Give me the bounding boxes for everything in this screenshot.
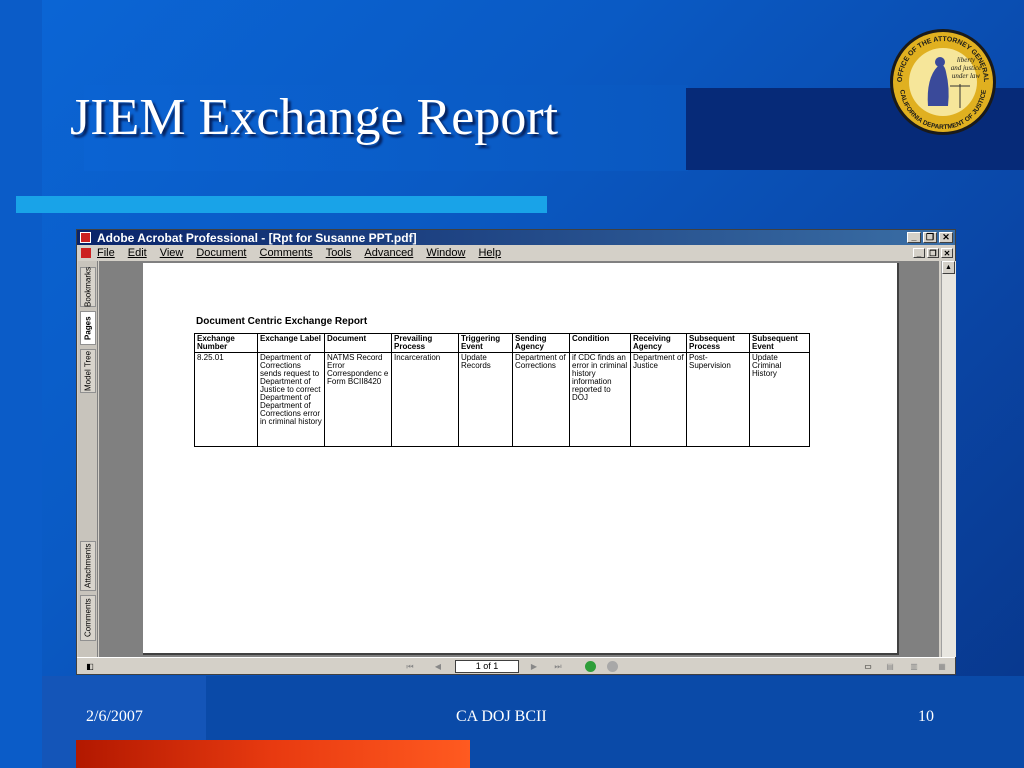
tab-comments[interactable]: Comments [80,595,96,641]
menu-file[interactable]: File [97,247,115,259]
continuous-icon[interactable]: ▤ [883,661,897,672]
navigation-pane: Bookmarks Pages Model Tree Attachments C… [78,261,98,657]
col-triggering-event: Triggering Event [458,333,513,353]
col-subsequent-event: Subsequent Event [749,333,810,353]
footer-center-text: CA DOJ BCII [456,708,547,725]
menu-view[interactable]: View [160,247,184,259]
cell-exchange-number: 8.25.01 [194,352,258,447]
status-bar: ◧ ⏮ ◀ 1 of 1 ▶ ⏭ ▭ ▤ ▥ ▦ [77,657,955,674]
close-button[interactable]: ✕ [939,232,953,243]
go-forward-icon[interactable] [607,661,618,672]
report-title: Document Centric Exchange Report [196,316,368,327]
next-page-icon[interactable]: ▶ [527,661,541,672]
cell-receiving-agency: Department of Justice [630,352,687,447]
cell-prevailing-process: Incarceration [391,352,459,447]
cell-condition: if CDC finds an error in criminal histor… [569,352,631,447]
menu-comments[interactable]: Comments [260,247,313,259]
col-document: Document [324,333,392,353]
last-page-icon[interactable]: ⏭ [551,661,565,672]
svg-text:liberty: liberty [957,56,976,64]
doc-restore-button[interactable]: ❐ [927,247,939,258]
acrobat-app-icon [80,232,91,243]
document-area[interactable]: Document Centric Exchange Report Exchang… [99,261,939,657]
document-icon [81,247,91,258]
vertical-scrollbar[interactable]: ▲ [941,261,956,657]
menu-help[interactable]: Help [478,247,501,259]
menu-window[interactable]: Window [426,247,465,259]
tab-pages[interactable]: Pages [80,311,96,345]
footer-date: 2/6/2007 [86,708,143,725]
window-titlebar[interactable]: Adobe Acrobat Professional - [Rpt for Su… [77,230,955,245]
slide-title: JIEM Exchange Report [70,89,559,146]
cyan-accent-bar [16,196,547,213]
col-exchange-label: Exchange Label [257,333,325,353]
window-title: Adobe Acrobat Professional - [Rpt for Su… [97,230,417,245]
single-page-icon[interactable]: ▭ [861,661,875,672]
col-subsequent-process: Subsequent Process [686,333,750,353]
col-exchange-number: Exchange Number [194,333,258,353]
cell-document: NATMS Record Error Correspondenc e Form … [324,352,392,447]
scroll-up-arrow-icon[interactable]: ▲ [942,261,955,274]
pdf-page: Document Centric Exchange Report Exchang… [143,263,899,655]
first-page-icon[interactable]: ⏮ [403,661,417,672]
col-receiving-agency: Receiving Agency [630,333,687,353]
tab-model-tree[interactable]: Model Tree [80,349,96,393]
restore-button[interactable]: ❐ [923,232,937,243]
table-row: 8.25.01 Department of Corrections sends … [194,352,810,447]
previous-page-icon[interactable]: ◀ [431,661,445,672]
svg-text:and justice: and justice [951,64,982,72]
acrobat-window[interactable]: Adobe Acrobat Professional - [Rpt for Su… [76,229,956,675]
menubar: File Edit View Document Comments Tools A… [77,245,955,260]
cell-subsequent-event: Update Criminal History [749,352,810,447]
menu-tools[interactable]: Tools [326,247,352,259]
menu-edit[interactable]: Edit [128,247,147,259]
tab-bookmarks[interactable]: Bookmarks [80,267,96,307]
doj-seal-logo: OFFICE OF THE ATTORNEY GENERAL CALIFORNI… [890,29,996,135]
facing-icon[interactable]: ▥ [907,661,921,672]
red-accent-bar [76,740,470,768]
cell-triggering-event: Update Records [458,352,513,447]
left-strip [0,0,42,768]
doc-minimize-button[interactable]: _ [913,247,925,258]
svg-text:under law: under law [952,72,981,80]
cell-subsequent-process: Post-Supervision [686,352,750,447]
go-back-icon[interactable] [585,661,596,672]
continuous-facing-icon[interactable]: ▦ [935,661,949,672]
col-prevailing-process: Prevailing Process [391,333,459,353]
cell-exchange-label: Department of Corrections sends request … [257,352,325,447]
menu-document[interactable]: Document [196,247,246,259]
exchange-report-table: Exchange Number Exchange Label Document … [194,333,810,447]
table-header-row: Exchange Number Exchange Label Document … [194,333,810,353]
col-sending-agency: Sending Agency [512,333,570,353]
col-condition: Condition [569,333,631,353]
minimize-button[interactable]: _ [907,232,921,243]
pane-toggle-icon[interactable]: ◧ [83,661,97,672]
tab-attachments[interactable]: Attachments [80,541,96,591]
page-number-field[interactable]: 1 of 1 [455,660,519,673]
menu-advanced[interactable]: Advanced [364,247,413,259]
footer-page-number: 10 [918,708,934,725]
cell-sending-agency: Department of Corrections [512,352,570,447]
doc-close-button[interactable]: ✕ [941,247,953,258]
